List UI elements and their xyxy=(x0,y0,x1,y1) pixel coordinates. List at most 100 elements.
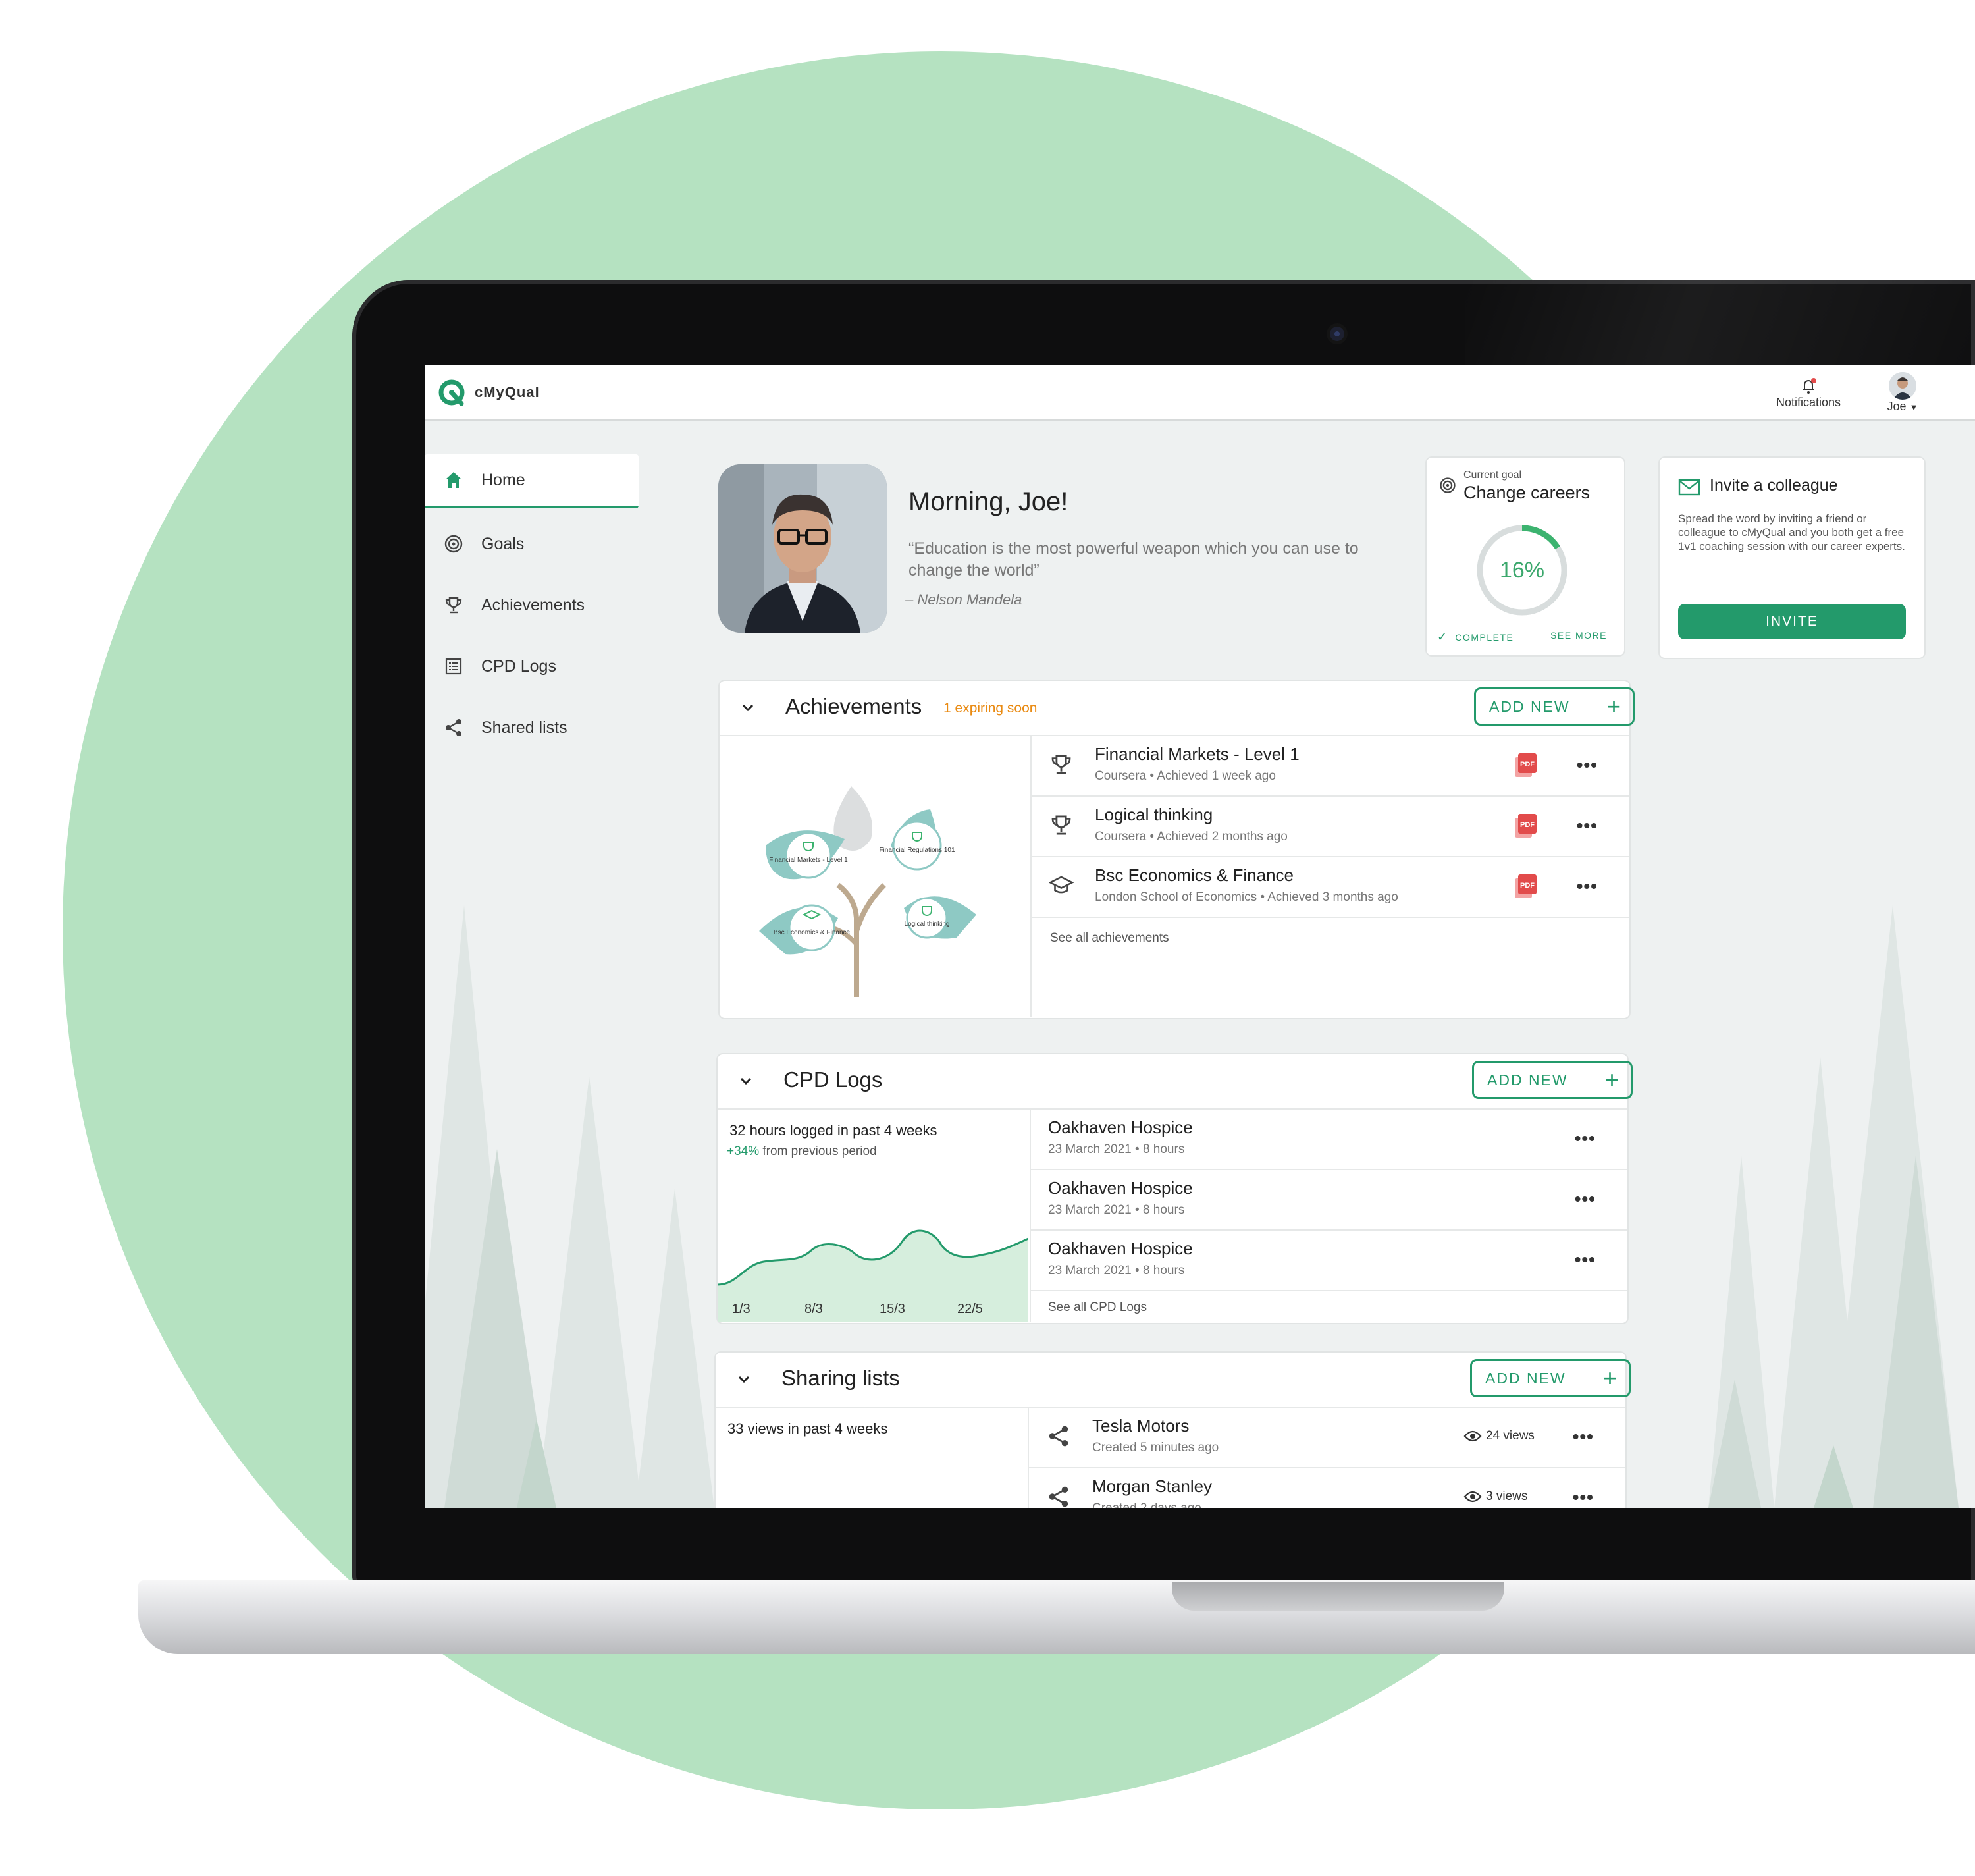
panel-header: Achievements 1 expiring soon ADD NEW + xyxy=(720,681,1635,736)
achievement-title: Bsc Economics & Finance xyxy=(1095,865,1294,885)
pdf-icon[interactable]: PDF xyxy=(1512,752,1539,778)
top-bar: cMyQual Notifications Joe ▼ xyxy=(425,365,1975,421)
views-label: 24 views xyxy=(1486,1429,1535,1443)
sidebar-item-label: Achievements xyxy=(481,595,585,614)
plus-icon: + xyxy=(1602,1364,1617,1391)
laptop-notch xyxy=(1172,1582,1504,1611)
views-count: 24 views xyxy=(1463,1429,1535,1443)
list-icon xyxy=(445,658,462,675)
share-icon xyxy=(446,719,461,736)
more-options-icon[interactable]: ••• xyxy=(1575,1128,1596,1149)
cpd-row[interactable]: Oakhaven Hospice 23 March 2021 • 8 hours… xyxy=(1031,1231,1627,1291)
invite-title: Invite a colleague xyxy=(1710,476,1838,495)
share-icon xyxy=(1049,1486,1068,1507)
shared-list-title: Morgan Stanley xyxy=(1092,1476,1213,1496)
greeting: Morning, Joe! xyxy=(908,487,1068,516)
see-all-cpd-link[interactable]: See all CPD Logs xyxy=(1048,1300,1147,1315)
achievement-subtitle: Coursera • Achieved 2 months ago xyxy=(1095,830,1288,844)
bell-icon xyxy=(1803,378,1816,394)
pdf-icon[interactable]: PDF xyxy=(1512,813,1539,839)
trophy-icon xyxy=(445,597,462,614)
sidebar-item-shared-lists[interactable]: Shared lists xyxy=(425,702,639,753)
views-count: 3 views xyxy=(1463,1489,1527,1504)
cpd-row[interactable]: Oakhaven Hospice 23 March 2021 • 8 hours… xyxy=(1031,1170,1627,1231)
add-cpd-button[interactable]: ADD NEW + xyxy=(1472,1061,1633,1099)
user-label: Joe xyxy=(1887,400,1907,413)
eye-icon xyxy=(1463,1491,1482,1503)
achievement-row[interactable]: Logical thinking Coursera • Achieved 2 m… xyxy=(1032,797,1629,857)
notifications-button[interactable]: Notifications xyxy=(1762,376,1855,410)
more-options-icon[interactable]: ••• xyxy=(1577,876,1598,897)
achievement-row[interactable]: Financial Markets - Level 1 Coursera • A… xyxy=(1032,736,1629,797)
sidebar: Home Goals Achievements CPD Logs Shared … xyxy=(425,454,639,763)
sidebar-item-goals[interactable]: Goals xyxy=(425,518,639,570)
target-icon xyxy=(444,535,463,553)
webcam xyxy=(1330,327,1344,341)
more-options-icon[interactable]: ••• xyxy=(1575,1249,1596,1270)
more-options-icon[interactable]: ••• xyxy=(1577,815,1598,836)
tree-label: Logical thinking xyxy=(905,921,950,928)
chevron-down-icon[interactable] xyxy=(738,698,758,718)
see-more-link[interactable]: SEE MORE xyxy=(1550,630,1607,641)
views-label: 3 views xyxy=(1486,1489,1528,1503)
complete-label: COMPLETE xyxy=(1455,632,1514,643)
sharing-lists-panel: Sharing lists ADD NEW + 33 views in past … xyxy=(714,1351,1631,1508)
shared-list-subtitle: Created 5 minutes ago xyxy=(1092,1441,1219,1455)
sidebar-item-label: Shared lists xyxy=(481,718,567,737)
sidebar-item-label: Home xyxy=(481,470,525,489)
goal-progress-ring: 16% xyxy=(1477,525,1567,616)
chevron-down-icon[interactable] xyxy=(734,1370,754,1389)
quote-author: – Nelson Mandela xyxy=(905,591,1022,608)
add-achievement-button[interactable]: ADD NEW + xyxy=(1474,687,1635,726)
logo-icon[interactable] xyxy=(438,379,465,406)
add-label: ADD NEW xyxy=(1487,1071,1568,1088)
achievement-row[interactable]: Bsc Economics & Finance London School of… xyxy=(1032,857,1629,918)
current-goal-card[interactable]: Current goal Change careers 16% ✓ COMPLE… xyxy=(1425,456,1625,657)
more-options-icon[interactable]: ••• xyxy=(1573,1487,1594,1508)
pdf-icon[interactable]: PDF xyxy=(1512,873,1539,899)
sidebar-item-cpd-logs[interactable]: CPD Logs xyxy=(425,641,639,692)
shared-list-row[interactable]: Morgan Stanley Created 2 days ago 3 view… xyxy=(1029,1468,1625,1508)
cpd-subtitle: 23 March 2021 • 8 hours xyxy=(1048,1264,1185,1277)
notifications-label: Notifications xyxy=(1776,396,1841,409)
panel-header: CPD Logs ADD NEW + xyxy=(718,1054,1633,1110)
cpd-subtitle: 23 March 2021 • 8 hours xyxy=(1048,1203,1185,1217)
invite-description: Spread the word by inviting a friend or … xyxy=(1678,512,1905,552)
cpd-summary: 32 hours logged in past 4 weeks xyxy=(729,1122,937,1139)
more-options-icon[interactable]: ••• xyxy=(1575,1189,1596,1210)
trophy-icon xyxy=(1051,755,1071,774)
graduation-cap-icon xyxy=(1049,876,1074,894)
panel-title: Achievements xyxy=(785,694,922,718)
more-options-icon[interactable]: ••• xyxy=(1577,755,1598,776)
see-all-achievements-link[interactable]: See all achievements xyxy=(1050,931,1169,946)
cpd-row[interactable]: Oakhaven Hospice 23 March 2021 • 8 hours… xyxy=(1031,1110,1627,1170)
invite-card: Invite a colleague Spread the word by in… xyxy=(1658,456,1926,659)
goal-caption: Current goal xyxy=(1463,469,1522,481)
goal-title: Change careers xyxy=(1463,483,1591,502)
tree-label: Bsc Economics & Finance xyxy=(774,929,851,936)
user-menu[interactable]: Joe ▼ xyxy=(1880,372,1926,414)
profile-photo xyxy=(718,464,887,633)
plus-icon: + xyxy=(1604,1066,1619,1093)
achievement-title: Logical thinking xyxy=(1095,805,1213,824)
chevron-down-icon[interactable] xyxy=(736,1071,756,1091)
achievement-subtitle: Coursera • Achieved 1 week ago xyxy=(1095,769,1276,783)
avatar xyxy=(1889,372,1916,400)
check-icon: ✓ xyxy=(1437,630,1448,643)
add-sharing-list-button[interactable]: ADD NEW + xyxy=(1470,1359,1631,1397)
sidebar-item-achievements[interactable]: Achievements xyxy=(425,579,639,631)
shared-list-row[interactable]: Tesla Motors Created 5 minutes ago 24 vi… xyxy=(1029,1408,1625,1468)
sidebar-item-home[interactable]: Home xyxy=(425,454,639,508)
more-options-icon[interactable]: ••• xyxy=(1573,1426,1594,1447)
sharing-summary: 33 views in past 4 weeks xyxy=(727,1420,888,1437)
achievement-subtitle: London School of Economics • Achieved 3 … xyxy=(1095,890,1398,904)
cpd-title: Oakhaven Hospice xyxy=(1048,1117,1193,1137)
app-name[interactable]: cMyQual xyxy=(475,384,540,401)
laptop-base xyxy=(138,1580,1975,1654)
tick-label: 22/5 xyxy=(957,1302,983,1316)
svg-text:PDF: PDF xyxy=(1520,761,1535,768)
sidebar-item-label: Goals xyxy=(481,534,525,553)
panel-title: CPD Logs xyxy=(783,1067,883,1092)
complete-status: ✓ COMPLETE xyxy=(1437,630,1514,644)
invite-button[interactable]: INVITE xyxy=(1678,604,1906,639)
